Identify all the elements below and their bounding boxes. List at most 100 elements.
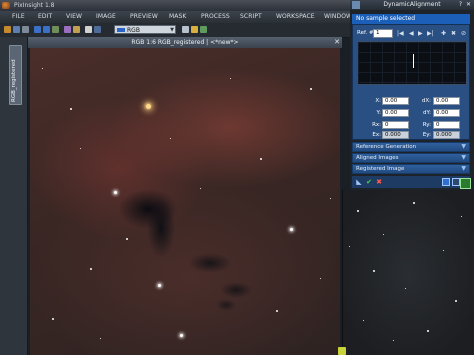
section-label: Reference Generation — [356, 144, 417, 150]
panel-title: DynamicAlignment — [383, 1, 441, 8]
first-icon[interactable]: |◀ — [397, 29, 404, 38]
dy-label: dY: — [423, 110, 431, 116]
side-strip: RGB_registered — [0, 37, 28, 355]
screen-transfer-icon[interactable] — [182, 26, 189, 33]
expand-icon: ▼ — [461, 154, 466, 161]
preview-icon[interactable] — [452, 178, 460, 186]
delete-icon[interactable]: ✖ — [451, 29, 456, 38]
view-select-value: RGB — [127, 27, 140, 34]
image-window: RGB 1:6 RGB_registered | <*new*> ✕ — [28, 37, 342, 355]
section-label: Aligned Images — [356, 155, 399, 161]
star — [42, 68, 43, 69]
menu-file[interactable]: FILE — [12, 11, 25, 23]
section-registered-image[interactable]: Registered Image ▼ — [352, 164, 470, 174]
star — [114, 191, 117, 194]
zoom-out-icon[interactable] — [43, 26, 50, 33]
menu-window[interactable]: WINDOW — [324, 11, 352, 23]
dy-field[interactable]: 0.00 — [433, 109, 460, 117]
ref-number-input[interactable]: 1 — [373, 29, 393, 38]
clear-icon[interactable]: ⊘ — [461, 29, 466, 38]
pan-icon[interactable] — [64, 26, 71, 33]
star — [320, 278, 321, 279]
fit-view-icon[interactable] — [52, 26, 59, 33]
ry-label: Ry: — [422, 122, 431, 128]
panel-footer: ◣ ✔ ✖ — [352, 176, 470, 188]
star — [170, 138, 171, 139]
star — [427, 330, 429, 332]
open-icon[interactable] — [4, 26, 11, 33]
dx-field[interactable]: 0.00 — [433, 97, 460, 105]
section-aligned-images[interactable]: Aligned Images ▼ — [352, 153, 470, 163]
star — [276, 310, 278, 312]
alignment-graph — [357, 41, 467, 85]
star — [70, 108, 72, 110]
stf-auto-icon[interactable] — [191, 26, 198, 33]
mask-icon[interactable] — [85, 26, 92, 33]
process-icon — [352, 1, 360, 9]
star — [90, 268, 92, 270]
menu-script[interactable]: SCRIPT — [240, 11, 262, 23]
menu-image[interactable]: IMAGE — [96, 11, 116, 23]
star — [373, 270, 375, 272]
star — [413, 202, 415, 204]
preview-image[interactable] — [342, 190, 474, 355]
menu-workspace[interactable]: WORKSPACE — [276, 11, 315, 23]
star — [80, 148, 81, 149]
dynamic-alignment-panel: DynamicAlignment ? ✕ No sample selected … — [350, 0, 474, 190]
graph-marker — [413, 54, 414, 68]
toolbar: RGB ▼ — [0, 23, 350, 38]
y-label: Y: — [376, 110, 381, 116]
star — [52, 318, 54, 320]
resize-icon[interactable] — [460, 178, 471, 189]
star — [290, 228, 293, 231]
add-icon[interactable]: ✚ — [441, 29, 446, 38]
y-field[interactable]: 0.00 — [382, 109, 409, 117]
previous-icon[interactable]: ◀ — [409, 29, 414, 38]
menu-view[interactable]: VIEW — [66, 11, 82, 23]
menu-process[interactable]: PROCESS — [201, 11, 230, 23]
new-instance-icon[interactable]: ◣ — [355, 178, 363, 186]
star — [330, 198, 331, 199]
menu-mask[interactable]: MASK — [169, 11, 186, 23]
section-label: Registered Image — [356, 166, 405, 172]
workspace-icon[interactable] — [338, 347, 346, 355]
image-window-title: RGB 1:6 RGB_registered | <*new*> ✕ — [28, 37, 342, 48]
side-tab-image[interactable]: RGB_registered — [9, 45, 22, 105]
zoom-in-icon[interactable] — [34, 26, 41, 33]
channel-icon[interactable] — [94, 26, 101, 33]
last-icon[interactable]: ▶| — [427, 29, 434, 38]
dx-label: dX: — [421, 98, 431, 104]
ry-field[interactable]: 0 — [433, 121, 460, 129]
x-field[interactable]: 0.00 — [382, 97, 409, 105]
section-reference-generation[interactable]: Reference Generation ▼ — [352, 142, 470, 152]
close-icon[interactable]: ✕ — [334, 37, 340, 48]
astro-image[interactable] — [30, 48, 340, 355]
ex-label: Ex: — [372, 132, 381, 138]
star — [200, 188, 201, 189]
star — [461, 216, 462, 217]
star — [230, 78, 231, 79]
help-icon[interactable]: ? — [459, 0, 462, 10]
menu-edit[interactable]: EDIT — [38, 11, 52, 23]
star — [363, 320, 364, 321]
next-icon[interactable]: ▶ — [418, 29, 423, 38]
expand-icon: ▼ — [461, 143, 466, 150]
new-icon[interactable] — [22, 26, 29, 33]
stf-reset-icon[interactable] — [200, 26, 207, 33]
execute-icon[interactable]: ✔ — [365, 178, 373, 186]
star — [383, 234, 384, 235]
menu-preview[interactable]: PREVIEW — [130, 11, 158, 23]
status-header: No sample selected — [352, 14, 470, 24]
readout-icon[interactable] — [73, 26, 80, 33]
chevron-down-icon: ▼ — [170, 27, 174, 33]
ey-field: 0.000 — [433, 131, 460, 139]
close-icon[interactable]: ✕ — [466, 0, 471, 10]
star — [357, 210, 359, 212]
view-select[interactable]: RGB ▼ — [114, 25, 176, 34]
star — [405, 288, 406, 289]
browse-icon[interactable] — [442, 178, 450, 186]
x-label: X: — [375, 98, 381, 104]
cancel-icon[interactable]: ✖ — [375, 178, 383, 186]
save-icon[interactable] — [13, 26, 20, 33]
rx-field[interactable]: 0 — [382, 121, 409, 129]
